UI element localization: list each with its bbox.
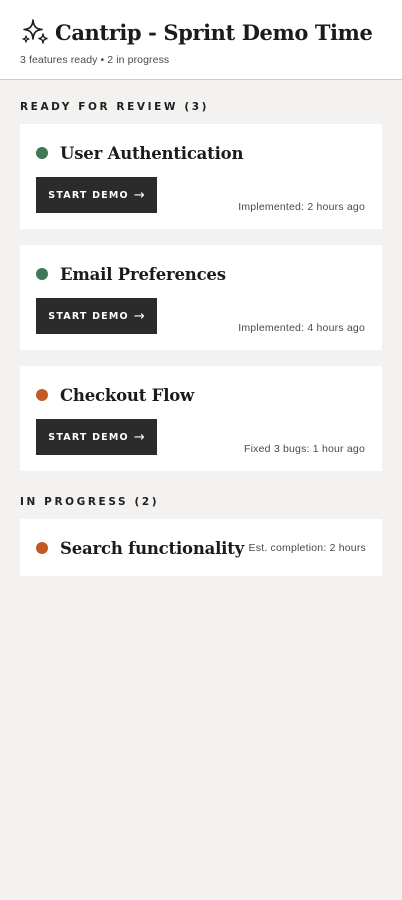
feature-name: User Authentication — [60, 143, 244, 163]
arrow-right-icon: → — [133, 308, 145, 324]
start-demo-label: START DEMO — [48, 431, 129, 443]
status-dot-icon — [36, 268, 48, 280]
feature-meta: Est. completion: 2 hours — [248, 542, 366, 554]
feature-name: Email Preferences — [60, 264, 226, 284]
start-demo-label: START DEMO — [48, 189, 129, 201]
arrow-right-icon: → — [133, 187, 145, 203]
feature-name: Checkout Flow — [60, 385, 195, 405]
feature-card: Search functionality Est. completion: 2 … — [20, 519, 382, 576]
arrow-right-icon: → — [133, 429, 145, 445]
in-progress-list: Search functionality Est. completion: 2 … — [0, 519, 402, 576]
feature-meta: Implemented: 2 hours ago — [238, 201, 365, 213]
feature-title-row: Email Preferences — [36, 263, 226, 285]
feature-card: Checkout Flow START DEMO → Fixed 3 bugs:… — [20, 366, 382, 471]
feature-meta: Fixed 3 bugs: 1 hour ago — [244, 443, 365, 455]
ready-list: User Authentication START DEMO → Impleme… — [0, 124, 402, 471]
app-header: Cantrip - Sprint Demo Time 3 features re… — [0, 0, 402, 80]
start-demo-button[interactable]: START DEMO → — [36, 419, 157, 455]
title-row: Cantrip - Sprint Demo Time — [20, 17, 382, 47]
in-progress-heading: IN PROGRESS (2) — [20, 496, 160, 508]
feature-card: Email Preferences START DEMO → Implement… — [20, 245, 382, 350]
feature-card: User Authentication START DEMO → Impleme… — [20, 124, 382, 229]
feature-meta: Implemented: 4 hours ago — [238, 322, 365, 334]
page-title: Cantrip - Sprint Demo Time — [55, 19, 373, 45]
ready-for-review-heading: READY FOR REVIEW (3) — [20, 101, 210, 113]
start-demo-button[interactable]: START DEMO → — [36, 298, 157, 334]
feature-title-row: User Authentication — [36, 142, 243, 164]
feature-title-row: Checkout Flow — [36, 384, 194, 406]
sparkles-icon — [20, 17, 50, 47]
status-dot-icon — [36, 389, 48, 401]
start-demo-button[interactable]: START DEMO → — [36, 177, 157, 213]
feature-title-row: Search functionality — [36, 537, 244, 559]
status-dot-icon — [36, 542, 48, 554]
feature-summary: 3 features ready • 2 in progress — [20, 54, 170, 66]
start-demo-label: START DEMO — [48, 310, 129, 322]
feature-name: Search functionality — [60, 538, 245, 558]
status-dot-icon — [36, 147, 48, 159]
